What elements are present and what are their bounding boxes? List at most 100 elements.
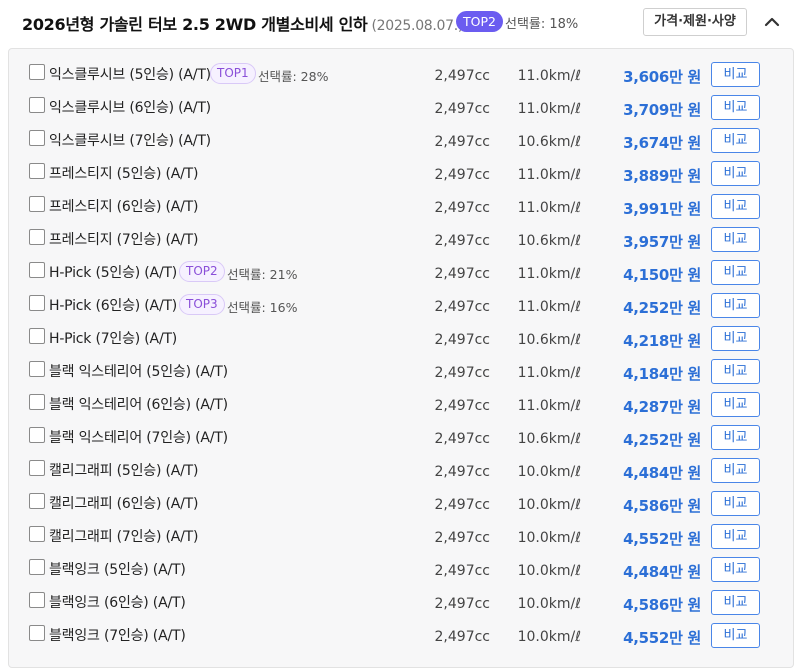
trim-fuel-efficiency: 11.0km/ℓ <box>517 101 581 117</box>
trim-selection-rate: 선택률: 28% <box>258 69 329 84</box>
trim-displacement: 2,497cc <box>434 167 490 183</box>
trim-price: 4,184만 원 <box>623 365 701 383</box>
trim-price: 3,991만 원 <box>623 200 701 218</box>
compare-button[interactable]: 비교 <box>711 359 760 384</box>
trim-displacement: 2,497cc <box>434 365 490 381</box>
trim-row: 블랙 익스테리어 (5인승) (A/T) 2,497cc 11.0km/ℓ 4,184… <box>0 359 800 392</box>
trim-displacement: 2,497cc <box>434 629 490 645</box>
trim-displacement: 2,497cc <box>434 530 490 546</box>
trim-fuel-efficiency: 11.0km/ℓ <box>517 200 581 216</box>
trim-checkbox[interactable] <box>29 328 45 344</box>
trim-selection-rate: 선택률: 21% <box>227 267 298 282</box>
trim-checkbox[interactable] <box>29 262 45 278</box>
trim-name: H-Pick (5인승) (A/T) <box>49 265 178 281</box>
trim-name: 블랙잉크 (6인승) (A/T) <box>49 595 186 611</box>
trim-name: 캘리그래피 (5인승) (A/T) <box>49 463 199 479</box>
compare-button[interactable]: 비교 <box>711 524 760 549</box>
trim-checkbox[interactable] <box>29 559 45 575</box>
trim-displacement: 2,497cc <box>434 596 490 612</box>
compare-button[interactable]: 비교 <box>711 425 760 450</box>
trim-displacement: 2,497cc <box>434 464 490 480</box>
trim-price: 4,287만 원 <box>623 398 701 416</box>
compare-button[interactable]: 비교 <box>711 458 760 483</box>
compare-button[interactable]: 비교 <box>711 161 760 186</box>
trim-displacement: 2,497cc <box>434 332 490 348</box>
trim-checkbox[interactable] <box>29 295 45 311</box>
trim-name: 블랙 익스테리어 (6인승) (A/T) <box>49 397 228 413</box>
trim-checkbox[interactable] <box>29 460 45 476</box>
trim-price: 4,218만 원 <box>623 332 701 350</box>
trim-fuel-efficiency: 11.0km/ℓ <box>517 68 581 84</box>
trim-row: 블랙잉크 (7인승) (A/T) 2,497cc 10.0km/ℓ 4,552만 원 비… <box>0 623 800 656</box>
compare-button[interactable]: 비교 <box>711 95 760 120</box>
trim-top-badge: TOP3 <box>179 294 225 315</box>
trim-checkbox[interactable] <box>29 625 45 641</box>
compare-button[interactable]: 비교 <box>711 227 760 252</box>
trim-name: H-Pick (6인승) (A/T) <box>49 298 178 314</box>
trim-price: 4,586만 원 <box>623 497 701 515</box>
trim-row: 캘리그래피 (6인승) (A/T) 2,497cc 10.0km/ℓ 4,586만 원… <box>0 491 800 524</box>
trim-row: 블랙 익스테리어 (6인승) (A/T) 2,497cc 11.0km/ℓ 4,287… <box>0 392 800 425</box>
trim-checkbox[interactable] <box>29 163 45 179</box>
trim-displacement: 2,497cc <box>434 266 490 282</box>
trim-checkbox[interactable] <box>29 64 45 80</box>
group-title-text: 2026년형 가솔린 터보 2.5 2WD 개별소비세 인하 <box>22 15 368 34</box>
trim-price: 4,552만 원 <box>623 629 701 647</box>
trim-row: 익스클루시브 (7인승) (A/T) 2,497cc 10.6km/ℓ 3,674만 … <box>0 128 800 161</box>
trim-checkbox[interactable] <box>29 427 45 443</box>
trim-fuel-efficiency: 11.0km/ℓ <box>517 398 581 414</box>
price-spec-button[interactable]: 가격·제원·사양 <box>643 8 747 36</box>
chevron-up-icon[interactable] <box>762 12 782 32</box>
trim-name: 프레스티지 (7인승) (A/T) <box>49 232 199 248</box>
trim-checkbox[interactable] <box>29 130 45 146</box>
trim-fuel-efficiency: 11.0km/ℓ <box>517 365 581 381</box>
trim-name: 블랙 익스테리어 (7인승) (A/T) <box>49 430 228 446</box>
compare-button[interactable]: 비교 <box>711 128 760 153</box>
trim-row: 캘리그래피 (5인승) (A/T) 2,497cc 10.0km/ℓ 4,484만 원… <box>0 458 800 491</box>
compare-button[interactable]: 비교 <box>711 260 760 285</box>
trim-name: 블랙잉크 (7인승) (A/T) <box>49 628 186 644</box>
selection-rate: 선택률: 18% <box>505 17 579 32</box>
group-title: 2026년형 가솔린 터보 2.5 2WD 개별소비세 인하 (2025.08.0… <box>22 11 463 35</box>
trim-checkbox[interactable] <box>29 526 45 542</box>
trim-fuel-efficiency: 10.0km/ℓ <box>517 596 581 612</box>
trim-checkbox[interactable] <box>29 196 45 212</box>
trim-name: 캘리그래피 (6인승) (A/T) <box>49 496 199 512</box>
trim-top-badge: TOP2 <box>179 261 225 282</box>
compare-button[interactable]: 비교 <box>711 194 760 219</box>
trim-price: 4,252만 원 <box>623 431 701 449</box>
compare-button[interactable]: 비교 <box>711 326 760 351</box>
trim-name: 프레스티지 (6인승) (A/T) <box>49 199 199 215</box>
trim-row: H-Pick (6인승) (A/T) TOP3 선택률: 16% 2,497cc 11.… <box>0 293 800 326</box>
trim-displacement: 2,497cc <box>434 299 490 315</box>
trim-checkbox[interactable] <box>29 229 45 245</box>
trim-displacement: 2,497cc <box>434 398 490 414</box>
compare-button[interactable]: 비교 <box>711 392 760 417</box>
trim-checkbox[interactable] <box>29 97 45 113</box>
trim-fuel-efficiency: 10.0km/ℓ <box>517 530 581 546</box>
trim-displacement: 2,497cc <box>434 134 490 150</box>
compare-button[interactable]: 비교 <box>711 293 760 318</box>
compare-button[interactable]: 비교 <box>711 557 760 582</box>
trim-fuel-efficiency: 10.0km/ℓ <box>517 563 581 579</box>
compare-button[interactable]: 비교 <box>711 491 760 516</box>
trim-fuel-efficiency: 10.6km/ℓ <box>517 332 581 348</box>
trim-row: H-Pick (5인승) (A/T) TOP2 선택률: 21% 2,497cc 11.… <box>0 260 800 293</box>
trim-selection-rate: 선택률: 16% <box>227 300 298 315</box>
compare-button[interactable]: 비교 <box>711 623 760 648</box>
top-rank-badge: TOP2 <box>456 11 503 32</box>
trim-checkbox[interactable] <box>29 592 45 608</box>
trim-checkbox[interactable] <box>29 394 45 410</box>
trim-displacement: 2,497cc <box>434 200 490 216</box>
trim-checkbox[interactable] <box>29 493 45 509</box>
trim-displacement: 2,497cc <box>434 563 490 579</box>
trim-name: 익스클루시브 (6인승) (A/T) <box>49 100 211 116</box>
trim-checkbox[interactable] <box>29 361 45 377</box>
compare-button[interactable]: 비교 <box>711 590 760 615</box>
compare-button[interactable]: 비교 <box>711 62 760 87</box>
trim-row: H-Pick (7인승) (A/T) 2,497cc 10.6km/ℓ 4,218만 … <box>0 326 800 359</box>
trim-price: 3,709만 원 <box>623 101 701 119</box>
trim-price: 3,889만 원 <box>623 167 701 185</box>
trim-price: 3,606만 원 <box>623 68 701 86</box>
trim-price: 4,484만 원 <box>623 563 701 581</box>
